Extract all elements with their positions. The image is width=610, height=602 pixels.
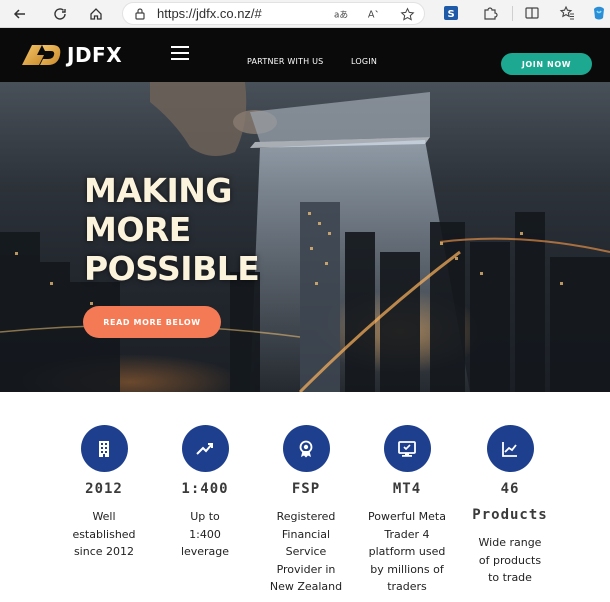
home-button[interactable]	[84, 3, 108, 24]
feature-stat-line2: Products	[472, 507, 548, 523]
feature-stat: 46	[500, 481, 520, 497]
feature-established: 2012 Well established since 2012	[54, 425, 154, 561]
refresh-icon	[54, 7, 66, 20]
feature-stat: FSP	[291, 481, 321, 497]
feature-icon-circle	[181, 425, 229, 472]
hero-title-line: MAKING	[84, 171, 232, 210]
svg-text:A: A	[368, 10, 375, 21]
url-text[interactable]: https://jdfx.co.nz/#	[157, 6, 262, 22]
monitor-icon	[398, 440, 416, 457]
feature-stat: 2012	[85, 481, 123, 497]
read-aloud-icon[interactable]: aあ	[333, 6, 349, 22]
refresh-button[interactable]	[48, 3, 72, 24]
read-more-button[interactable]: READ MORE BELOW	[83, 306, 221, 338]
feature-description: Wide range of products to trade	[478, 536, 542, 584]
favorite-star-icon[interactable]	[399, 6, 415, 22]
feature-leverage: 1:400 Up to 1:400 leverage	[155, 425, 255, 561]
toolbar-divider	[512, 6, 513, 21]
chart-icon	[502, 441, 517, 457]
join-now-button[interactable]: JOIN NOW	[501, 53, 592, 75]
feature-products: 46 Products Wide range of products to tr…	[460, 425, 560, 587]
logo-text[interactable]: JDFX	[67, 45, 122, 65]
feature-description: Well established since 2012	[72, 510, 136, 558]
browser-toolbar: https://jdfx.co.nz/# aあ A S	[0, 0, 610, 28]
feature-description: Up to 1:400 leverage	[180, 510, 230, 558]
home-icon	[90, 7, 102, 20]
hero-title-line: MORE	[84, 210, 191, 249]
favorites-icon[interactable]	[558, 4, 576, 22]
back-arrow-icon	[13, 8, 25, 19]
feature-stat: 1:400	[181, 481, 229, 497]
award-badge-icon	[299, 440, 313, 457]
hero-title-line: POSSIBLE	[84, 249, 260, 288]
features-section: 2012 Well established since 2012 1:400 U…	[0, 392, 610, 602]
feature-fsp: FSP Registered Financial Service Provide…	[256, 425, 356, 596]
feature-description: Registered Financial Service Provider in…	[269, 510, 343, 593]
split-screen-icon[interactable]	[523, 4, 541, 22]
trend-up-icon	[196, 442, 213, 455]
feature-stat: MT4	[392, 481, 422, 497]
hamburger-menu-icon[interactable]	[171, 46, 189, 60]
copilot-icon[interactable]	[590, 4, 608, 22]
extension-s-icon[interactable]: S	[442, 4, 460, 22]
feature-icon-circle	[282, 425, 330, 472]
lock-icon	[135, 8, 145, 20]
hero-banner: MAKING MORE POSSIBLE READ MORE BELOW	[0, 82, 610, 392]
building-icon	[99, 440, 109, 457]
hero-title: MAKING MORE POSSIBLE	[84, 171, 260, 288]
feature-icon-circle	[80, 425, 128, 472]
jdfx-logo-icon[interactable]	[20, 41, 64, 69]
feature-mt4: MT4 Powerful Meta Trader 4 platform used…	[357, 425, 457, 596]
svg-text:aあ: aあ	[334, 10, 348, 21]
svg-text:S: S	[448, 9, 455, 20]
nav-login[interactable]: LOGIN	[351, 57, 377, 66]
nav-partner-with-us[interactable]: PARTNER WITH US	[247, 57, 323, 66]
feature-icon-circle	[383, 425, 431, 472]
feature-icon-circle	[486, 425, 534, 472]
address-bar[interactable]: https://jdfx.co.nz/# aあ A	[122, 2, 425, 25]
text-size-icon[interactable]: A	[366, 6, 382, 22]
extensions-puzzle-icon[interactable]	[481, 4, 499, 22]
back-button[interactable]	[8, 3, 32, 24]
feature-description: Powerful Meta Trader 4 platform used by …	[368, 510, 446, 593]
